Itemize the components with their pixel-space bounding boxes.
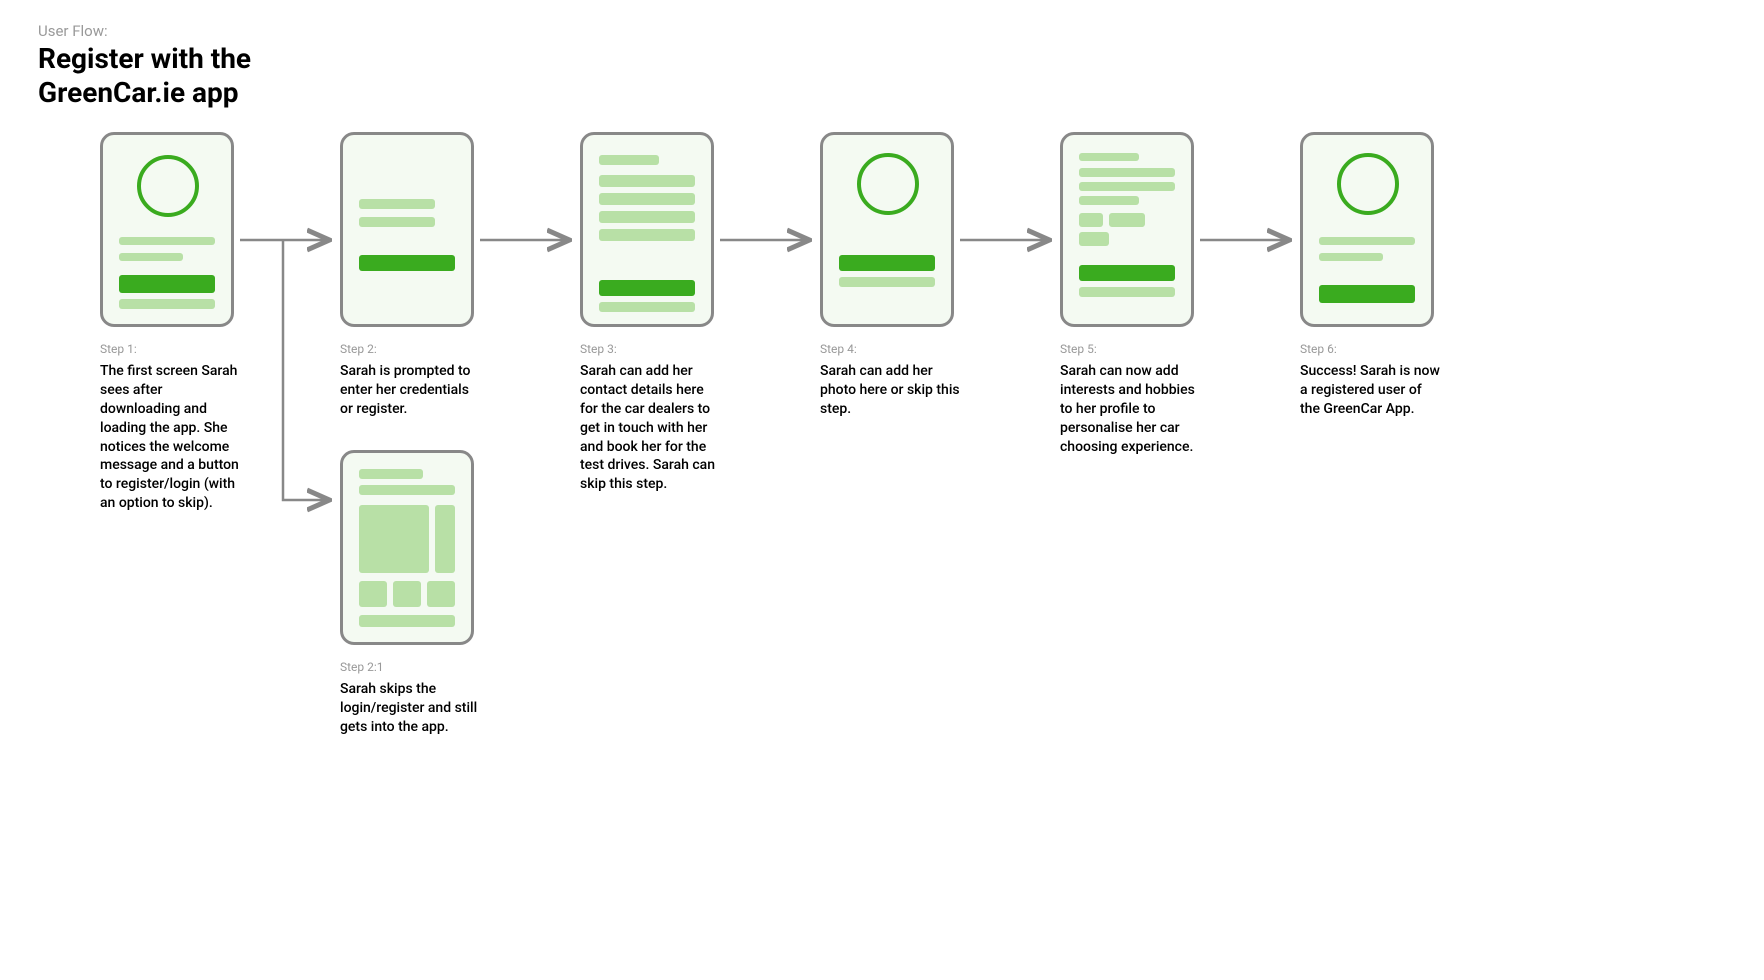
step-3-desc: Sarah can add her contact details here f…	[580, 362, 720, 494]
step-5-caption: Step 5: Sarah can now add interests and …	[1060, 342, 1220, 456]
step-3: Step 3: Sarah can add her contact detail…	[580, 132, 740, 494]
step-2-desc: Sarah is prompted to enter her credentia…	[340, 362, 480, 419]
step-4-label: Step 4:	[820, 342, 980, 356]
step-1: Step 1: The first screen Sarah sees afte…	[100, 132, 260, 513]
step-4-desc: Sarah can add her photo here or skip thi…	[820, 362, 960, 419]
wireframe-step-1	[100, 132, 234, 327]
step-2-1: Step 2:1 Sarah skips the login/register …	[340, 450, 500, 737]
step-6-desc: Success! Sarah is now a registered user …	[1300, 362, 1440, 419]
step-1-desc: The first screen Sarah sees after downlo…	[100, 362, 240, 513]
step-5: Step 5: Sarah can now add interests and …	[1060, 132, 1220, 456]
wireframe-step-2-1	[340, 450, 474, 645]
step-6-label: Step 6:	[1300, 342, 1460, 356]
step-3-caption: Step 3: Sarah can add her contact detail…	[580, 342, 740, 494]
arrow-branch-to-2-1	[283, 240, 327, 500]
step-2: Step 2: Sarah is prompted to enter her c…	[340, 132, 500, 419]
step-6: Step 6: Success! Sarah is now a register…	[1300, 132, 1460, 419]
step-1-caption: Step 1: The first screen Sarah sees afte…	[100, 342, 260, 513]
wireframe-step-6	[1300, 132, 1434, 327]
step-6-caption: Step 6: Success! Sarah is now a register…	[1300, 342, 1460, 419]
step-4-caption: Step 4: Sarah can add her photo here or …	[820, 342, 980, 419]
step-4: Step 4: Sarah can add her photo here or …	[820, 132, 980, 419]
step-5-label: Step 5:	[1060, 342, 1220, 356]
step-3-label: Step 3:	[580, 342, 740, 356]
step-2-caption: Step 2: Sarah is prompted to enter her c…	[340, 342, 500, 419]
wireframe-step-5	[1060, 132, 1194, 327]
step-2-label: Step 2:	[340, 342, 500, 356]
wireframe-step-3	[580, 132, 714, 327]
step-1-label: Step 1:	[100, 342, 260, 356]
wireframe-step-4	[820, 132, 954, 327]
step-2-1-caption: Step 2:1 Sarah skips the login/register …	[340, 660, 500, 737]
wireframe-step-2	[340, 132, 474, 327]
diagram-canvas: Step 1: The first screen Sarah sees afte…	[0, 0, 1764, 980]
step-2-1-desc: Sarah skips the login/register and still…	[340, 680, 480, 737]
step-2-1-label: Step 2:1	[340, 660, 500, 674]
step-5-desc: Sarah can now add interests and hobbies …	[1060, 362, 1200, 456]
